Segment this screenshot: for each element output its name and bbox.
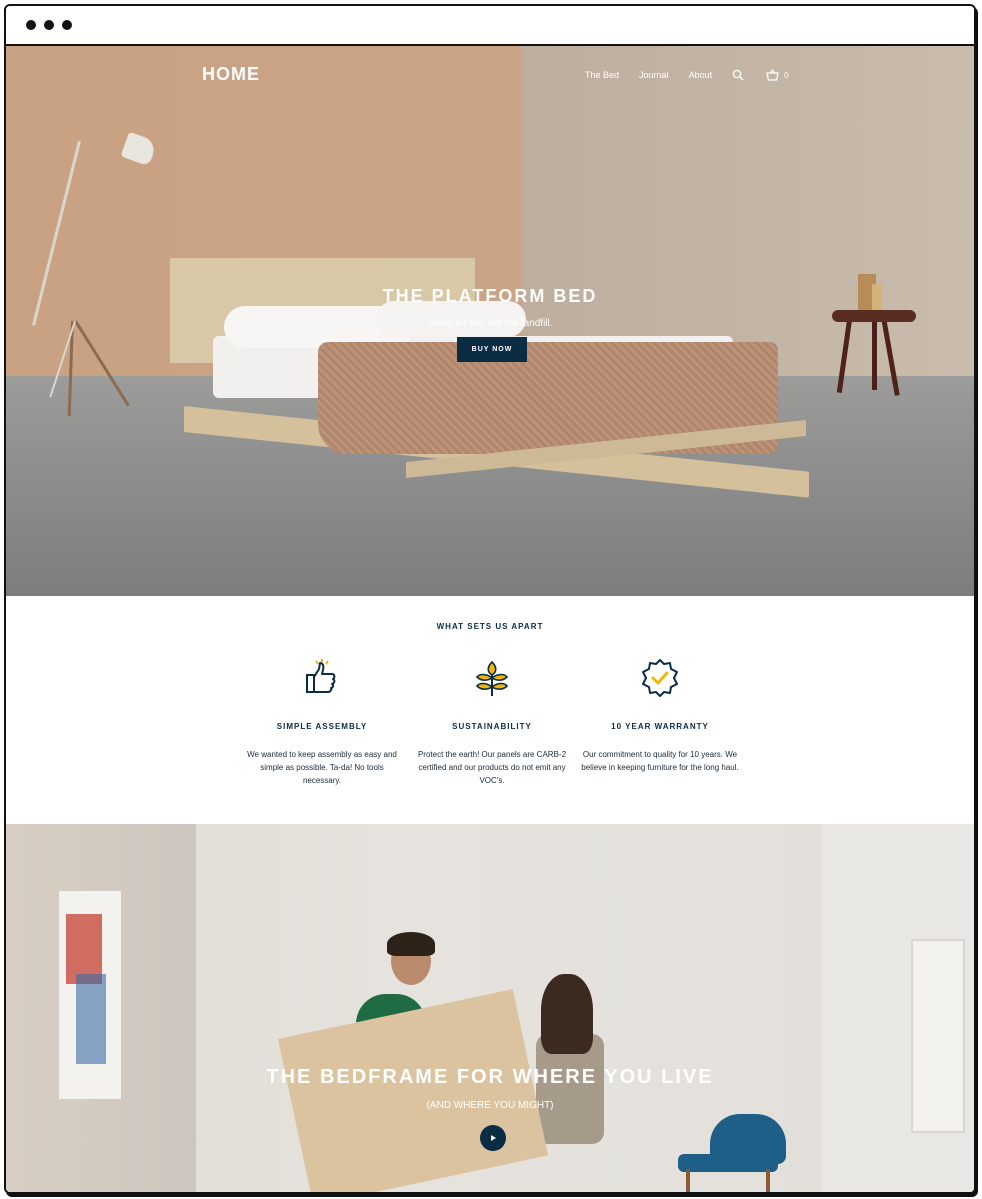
video-section-title: THE BEDFRAME FOR WHERE YOU LIVE <box>266 1066 714 1088</box>
chair-leg <box>766 1169 770 1192</box>
hero-title: THE PLATFORM BED <box>382 286 598 306</box>
window-dot <box>26 20 36 30</box>
feature-text: Protect the earth! Our panels are CARB-2… <box>417 750 567 785</box>
person-man-hair <box>387 932 435 956</box>
browser-window: HOME The Bed Journal About 0 THE PLATFOR… <box>4 4 976 1194</box>
video-section: THE BEDFRAME FOR WHERE YOU LIVE (AND WHE… <box>6 824 974 1192</box>
hero-subtitle: Made for life, not the landfill. <box>427 318 553 329</box>
features-section: WHAT SETS US APART SIMPLE ASSEMBLY We wa… <box>6 596 974 824</box>
feature-title: SIMPLE ASSEMBLY <box>276 722 368 731</box>
thumbs-up-icon <box>306 659 336 693</box>
window-dot <box>44 20 54 30</box>
cart-count: 0 <box>784 70 789 80</box>
basket-icon <box>766 68 780 82</box>
section-title: WHAT SETS US APART <box>436 622 544 631</box>
cart-button[interactable]: 0 <box>766 68 789 82</box>
feature-warranty: 10 YEAR WARRANTY Our commitment to quali… <box>580 658 740 774</box>
feature-simple-assembly: SIMPLE ASSEMBLY We wanted to keep assemb… <box>242 658 402 787</box>
feature-title: SUSTAINABILITY <box>452 722 532 731</box>
play-button[interactable] <box>480 1125 506 1151</box>
floor-lamp-shade <box>120 131 158 167</box>
badge-check-icon <box>642 659 678 697</box>
chair-leg <box>686 1169 690 1192</box>
video-section-subtitle: (AND WHERE YOU MIGHT) <box>426 1100 554 1111</box>
buy-now-button[interactable]: BUY NOW <box>457 337 527 362</box>
chair-seat <box>678 1154 778 1172</box>
nav-link-about[interactable]: About <box>689 70 713 80</box>
bed-panel <box>278 989 549 1192</box>
feature-title: 10 YEAR WARRANTY <box>611 722 709 731</box>
person-woman-hair <box>541 974 593 1054</box>
feature-text: Our commitment to quality for 10 years. … <box>581 750 739 772</box>
nav-link-journal[interactable]: Journal <box>639 70 669 80</box>
nav-link-the-bed[interactable]: The Bed <box>585 70 619 80</box>
painting-stroke <box>76 974 106 1064</box>
play-icon <box>491 1135 496 1141</box>
window-dot <box>62 20 72 30</box>
hero-section: HOME The Bed Journal About 0 THE PLATFOR… <box>6 46 974 596</box>
site-logo[interactable]: HOME <box>202 64 260 85</box>
search-icon[interactable] <box>732 68 746 82</box>
feature-sustainability: SUSTAINABILITY Protect the earth! Our pa… <box>412 658 572 787</box>
leaf-icon <box>475 660 509 696</box>
main-nav: The Bed Journal About 0 <box>585 68 789 82</box>
browser-chrome <box>6 6 974 46</box>
feature-text: We wanted to keep assembly as easy and s… <box>247 750 397 785</box>
